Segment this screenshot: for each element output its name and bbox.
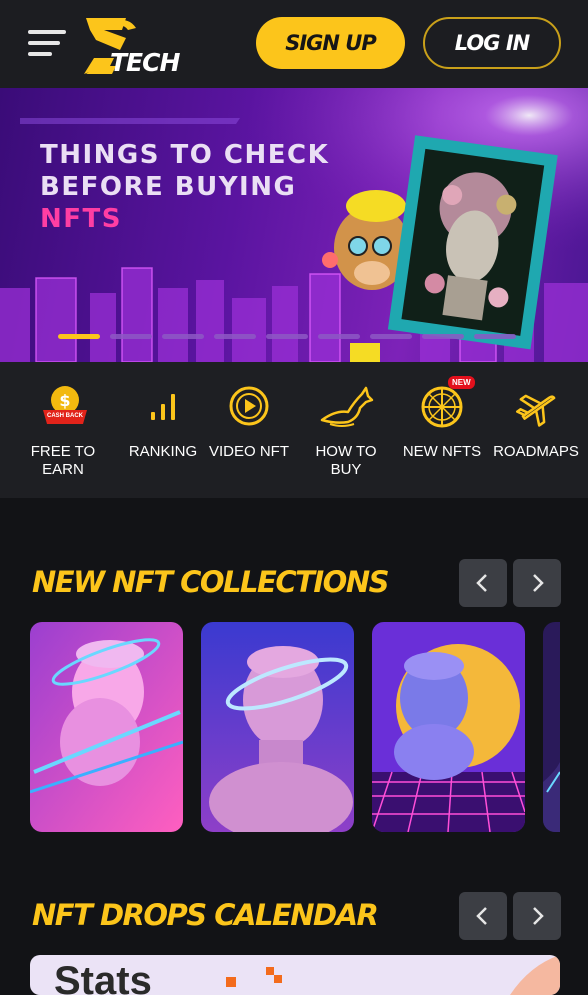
- svg-text:$: $: [59, 391, 70, 410]
- drops-next-button[interactable]: [513, 892, 561, 940]
- collection-card[interactable]: [30, 622, 183, 832]
- hero-banner[interactable]: THINGS TO CHECK BEFORE BUYING NFTS: [0, 88, 588, 362]
- horse-icon: [320, 384, 374, 430]
- carousel-dot[interactable]: [266, 334, 308, 339]
- new-badge: NEW: [448, 376, 475, 389]
- carousel-dot[interactable]: [370, 334, 412, 339]
- blue-statue-retro-grid-image: [372, 622, 525, 832]
- log-in-button[interactable]: LOG IN: [423, 17, 561, 69]
- hero-title-line-3: NFTS: [40, 204, 122, 234]
- category-free-to-earn[interactable]: $ CASH BACK FREE TO EARN: [15, 384, 111, 479]
- carousel-dots: [58, 334, 516, 339]
- collection-card-partial[interactable]: [543, 622, 560, 832]
- carousel-dot[interactable]: [318, 334, 360, 339]
- drops-calendar-card[interactable]: Stats: [30, 955, 560, 995]
- chevron-left-icon: [476, 907, 487, 925]
- category-label: RANKING: [128, 443, 198, 460]
- carousel-dot[interactable]: [422, 334, 464, 339]
- carousel-dot[interactable]: [110, 334, 152, 339]
- carousel-dot-active[interactable]: [58, 334, 100, 339]
- collection-card[interactable]: [372, 622, 525, 832]
- category-label: VIDEO NFT: [208, 443, 289, 460]
- carousel-dot[interactable]: [214, 334, 256, 339]
- cashback-badge-text: CASH BACK: [47, 413, 83, 419]
- category-video-nft[interactable]: VIDEO NFT: [201, 384, 297, 461]
- collections-next-button[interactable]: [513, 559, 561, 607]
- category-new-nfts[interactable]: NEW NEW NFTS: [394, 376, 490, 461]
- ranking-bars-icon: [139, 384, 187, 430]
- chevron-right-icon: [533, 574, 544, 592]
- category-how-to-buy[interactable]: HOW TO BUY: [298, 384, 394, 479]
- category-label: ROADMAPS: [493, 443, 579, 460]
- drops-prev-button[interactable]: [459, 892, 507, 940]
- play-circle-icon: [225, 384, 273, 430]
- hero-title-line-1: THINGS TO CHECK: [40, 140, 330, 170]
- purple-statue-image: [201, 622, 354, 832]
- top-header: TECH SIGN UP LOG IN: [0, 0, 588, 88]
- airplane-icon: [512, 384, 560, 430]
- collection-card[interactable]: [201, 622, 354, 832]
- category-label: NEW NFTS: [402, 443, 482, 460]
- hamburger-menu-icon[interactable]: [28, 26, 68, 60]
- partial-card-image: [543, 622, 560, 832]
- logo[interactable]: TECH: [82, 16, 194, 77]
- sign-up-button[interactable]: SIGN UP: [256, 17, 405, 69]
- category-label: FREE TO EARN: [30, 443, 96, 478]
- category-roadmaps[interactable]: ROADMAPS: [488, 384, 584, 461]
- cashback-coin-icon: $ CASH BACK: [39, 384, 87, 430]
- carousel-dot[interactable]: [474, 334, 516, 339]
- new-nft-collections-title: NEW NFT COLLECTIONS: [32, 565, 390, 599]
- collections-prev-button[interactable]: [459, 559, 507, 607]
- logo-text: TECH: [110, 48, 180, 77]
- hero-title-line-2: BEFORE BUYING: [40, 172, 297, 202]
- category-label: HOW TO BUY: [315, 443, 377, 478]
- nft-drops-calendar-title: NFT DROPS CALENDAR: [32, 898, 379, 932]
- carousel-dot[interactable]: [162, 334, 204, 339]
- framed-statue-art: [387, 135, 558, 350]
- chevron-right-icon: [533, 907, 544, 925]
- chevron-left-icon: [476, 574, 487, 592]
- drops-card-art: [226, 955, 560, 995]
- category-nav: $ CASH BACK FREE TO EARN RANKING VIDEO N…: [0, 362, 588, 498]
- category-ranking[interactable]: RANKING: [115, 384, 211, 461]
- pink-statue-image: [30, 622, 183, 832]
- globe-icon: NEW: [418, 376, 475, 430]
